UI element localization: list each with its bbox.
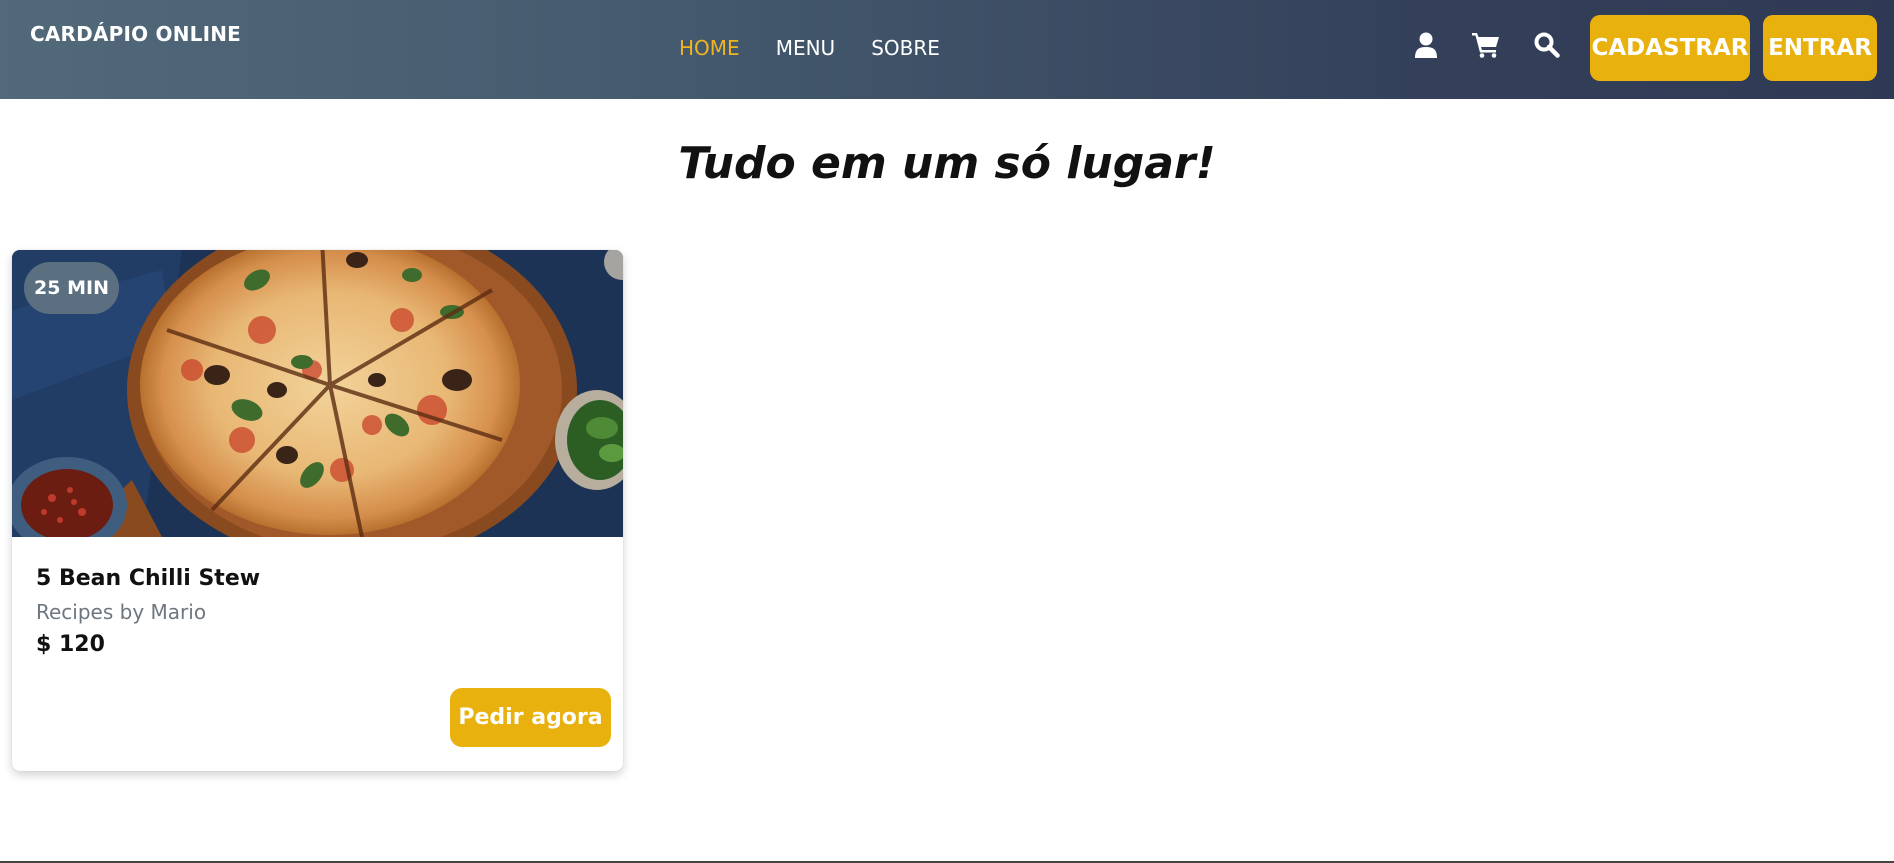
login-button[interactable]: ENTRAR bbox=[1763, 15, 1877, 81]
prep-time-badge: 25 MIN bbox=[24, 262, 119, 314]
user-icon[interactable] bbox=[1410, 29, 1442, 61]
navbar: CARDÁPIO ONLINE HOME MENU SOBRE CADASTRA… bbox=[0, 0, 1894, 99]
product-card: 25 MIN 5 Bean Chilli Stew Recipes by Mar… bbox=[12, 250, 623, 771]
brand-logo-text[interactable]: CARDÁPIO ONLINE bbox=[30, 22, 241, 46]
nav-link-home[interactable]: HOME bbox=[679, 36, 740, 60]
signup-button[interactable]: CADASTRAR bbox=[1590, 15, 1750, 81]
order-now-button[interactable]: Pedir agora bbox=[450, 688, 611, 747]
card-title: 5 Bean Chilli Stew bbox=[36, 566, 261, 591]
page-title: Tudo em um só lugar! bbox=[678, 138, 1216, 189]
nav-link-menu[interactable]: MENU bbox=[776, 36, 836, 60]
cart-icon[interactable] bbox=[1470, 29, 1502, 61]
card-subtitle: Recipes by Mario bbox=[36, 600, 207, 624]
nav-link-sobre[interactable]: SOBRE bbox=[871, 36, 940, 60]
search-icon[interactable] bbox=[1531, 29, 1563, 61]
nav-links: HOME MENU SOBRE bbox=[679, 36, 940, 60]
card-price: $ 120 bbox=[36, 632, 105, 657]
